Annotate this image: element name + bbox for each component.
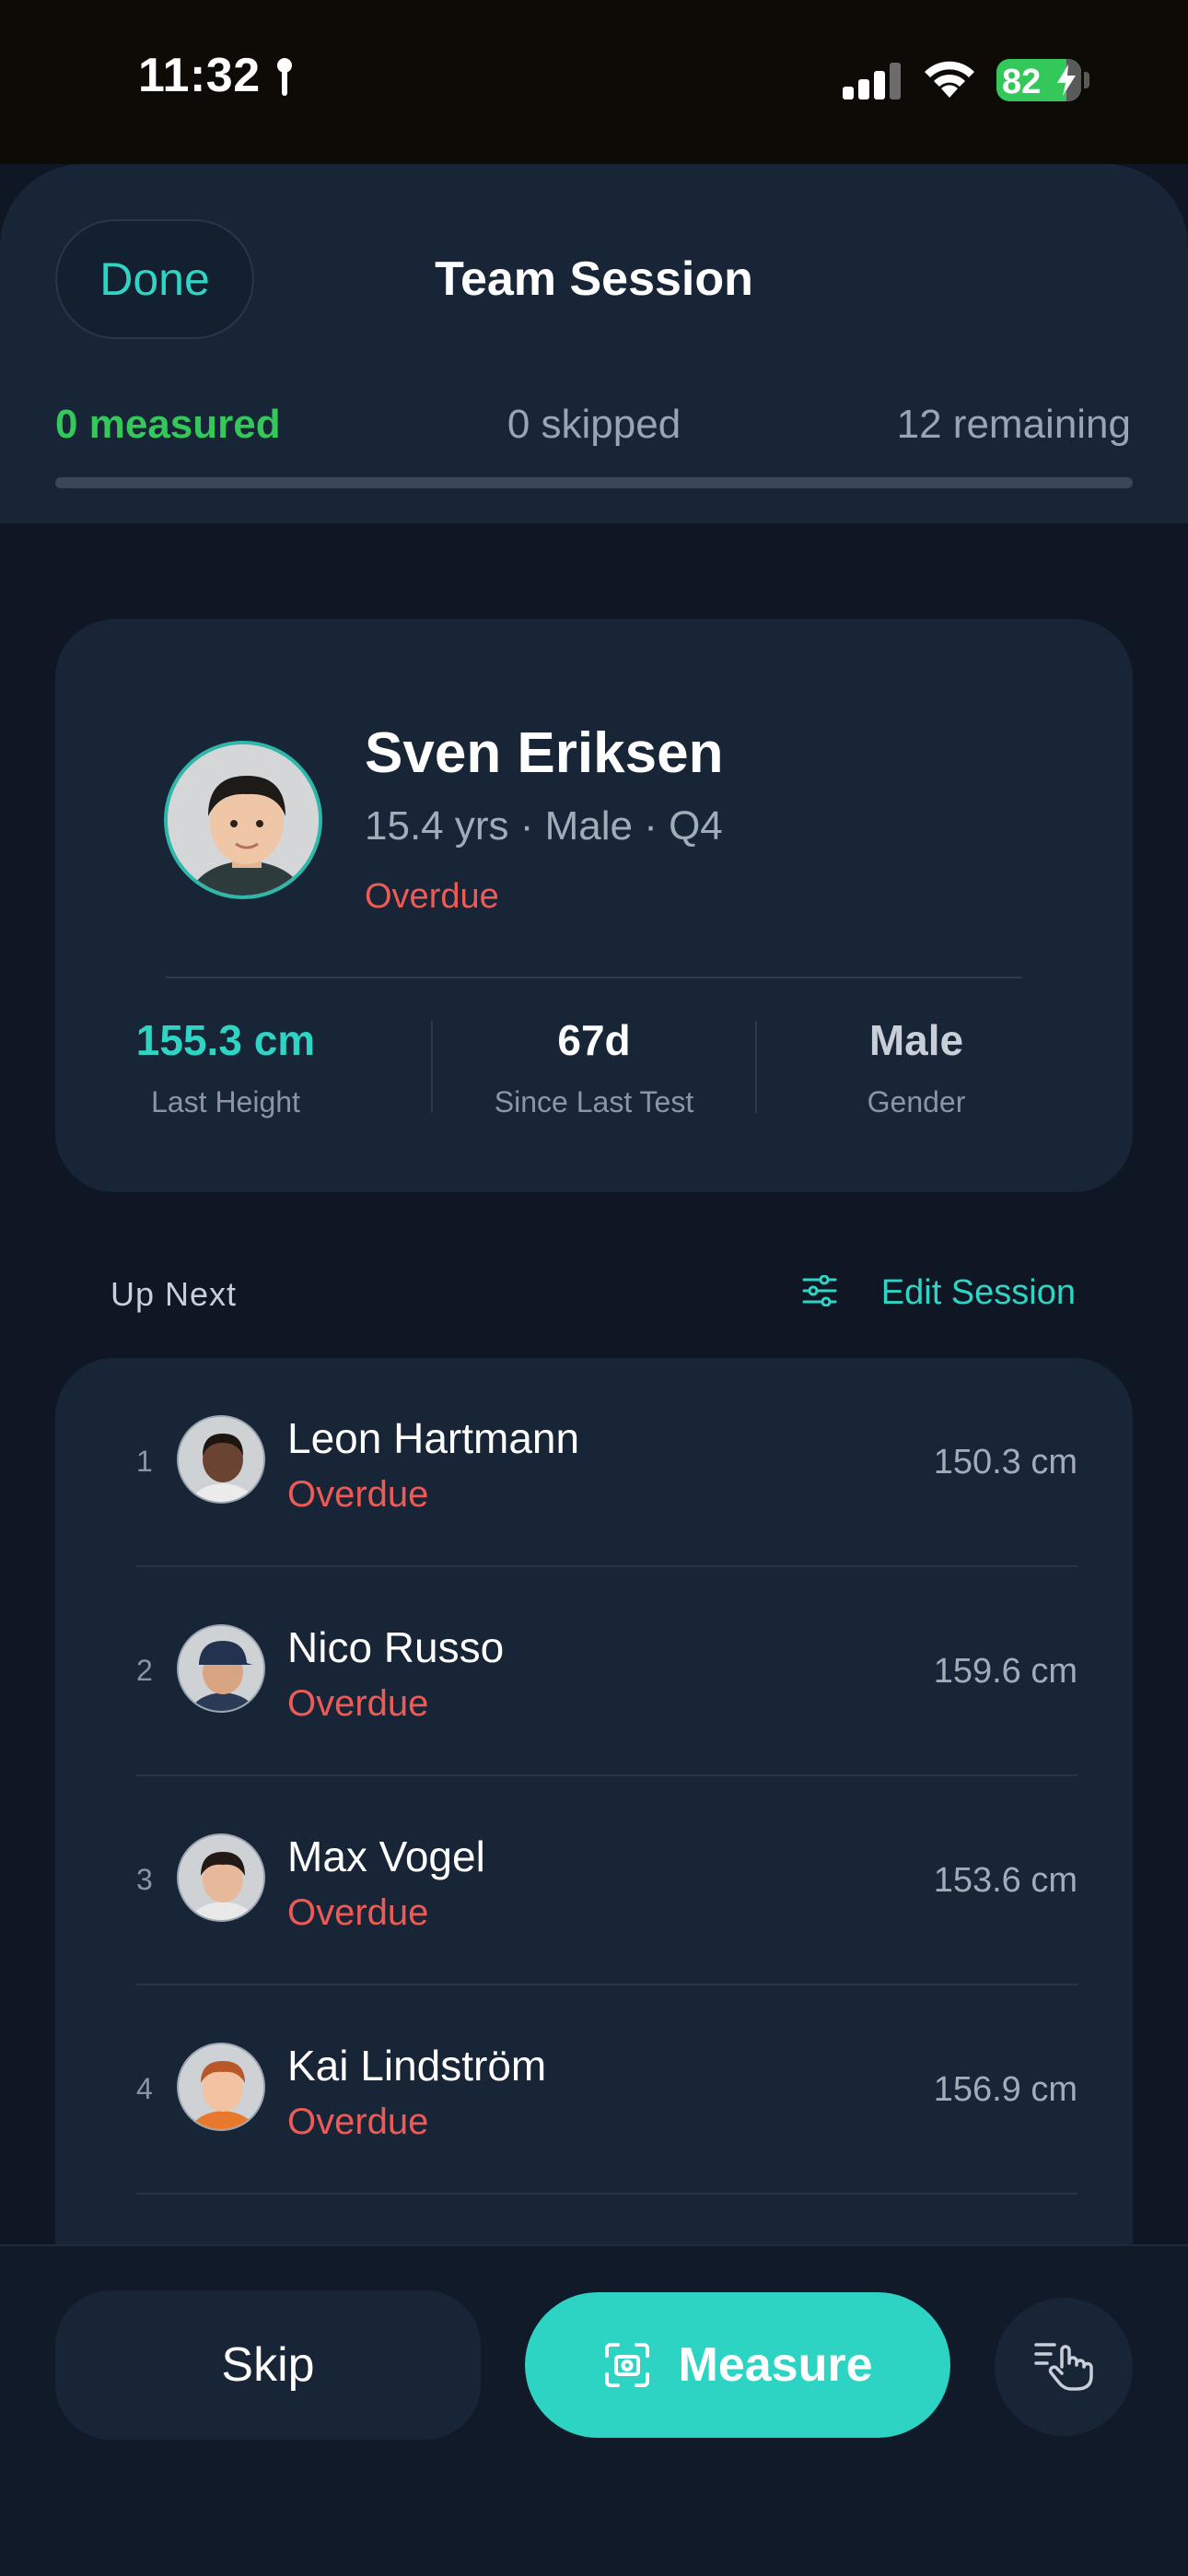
avatar — [177, 1833, 265, 1922]
edit-session-label: Edit Session — [880, 1273, 1076, 1312]
metric-label: Gender — [867, 1085, 966, 1118]
metric-label: Since Last Test — [494, 1085, 694, 1118]
list-item[interactable]: 3 Max Vogel Overdue 153.6 cm — [55, 1776, 1133, 1985]
athlete-name: Leon Hartmann — [287, 1414, 580, 1462]
cellular-signal-icon — [843, 61, 903, 104]
queue-number: 2 — [136, 1654, 153, 1687]
measure-label: Measure — [678, 2338, 873, 2392]
hand-gesture-icon — [1034, 2339, 1093, 2395]
status-badge: Overdue — [287, 1474, 429, 1515]
queue-number: 4 — [136, 2072, 153, 2105]
battery-level: 82 — [1002, 63, 1042, 101]
metric-last-height: 155.3 cm Last Height — [74, 1015, 378, 1119]
divider — [166, 977, 1022, 978]
avatar — [177, 1415, 265, 1504]
current-athlete-card: Sven Eriksen 15.4 yrs · Male · Q4 Overdu… — [55, 619, 1133, 1192]
athlete-name: Max Vogel — [287, 1832, 485, 1880]
height-value: 153.6 cm — [933, 1861, 1077, 1900]
metric-value: Male — [868, 1016, 964, 1064]
height-value: 159.6 cm — [933, 1652, 1077, 1691]
metric-value: 155.3 cm — [135, 1016, 316, 1064]
wifi-icon — [921, 55, 978, 102]
battery-indicator: 82 — [996, 59, 1081, 101]
metric-label: Last Height — [151, 1085, 300, 1118]
sliders-icon — [802, 1274, 837, 1311]
status-bar: 11:32 82 — [0, 0, 1188, 164]
queue-number: 3 — [136, 1863, 153, 1896]
status-badge: Overdue — [287, 1683, 429, 1724]
height-value: 150.3 cm — [933, 1443, 1077, 1481]
metric-value: 67d — [557, 1016, 631, 1064]
metric-separator — [431, 1021, 433, 1113]
measure-button[interactable]: Measure — [525, 2292, 950, 2438]
edit-session-button[interactable]: Edit Session — [802, 1273, 1076, 1313]
athlete-name: Kai Lindström — [287, 2042, 547, 2090]
status-badge: Overdue — [287, 1892, 429, 1933]
status-badge: Overdue — [287, 2102, 429, 2142]
camera-scan-icon — [603, 2341, 651, 2389]
location-pin-icon — [276, 57, 293, 102]
list-item[interactable]: 4 Kai Lindström Overdue 156.9 cm — [55, 1985, 1133, 2195]
queue-number: 1 — [136, 1445, 153, 1478]
height-value: 156.9 cm — [933, 2070, 1077, 2109]
status-time: 11:32 — [138, 49, 261, 102]
battery-cap — [1084, 72, 1089, 88]
athlete-name: Sven Eriksen — [365, 721, 724, 785]
page-title: Team Session — [435, 252, 753, 306]
metric-since-last-test: 67d Since Last Test — [442, 1015, 746, 1119]
athlete-name: Nico Russo — [287, 1623, 505, 1671]
metric-separator — [755, 1021, 757, 1113]
session-progress-bar — [55, 477, 1133, 488]
avatar — [177, 1624, 265, 1713]
charging-bolt-icon — [1057, 64, 1076, 100]
gesture-mode-button[interactable] — [995, 2298, 1133, 2436]
list-item[interactable]: 2 Nico Russo Overdue 159.6 cm — [55, 1567, 1133, 1776]
athlete-meta: 15.4 yrs · Male · Q4 — [365, 803, 723, 849]
avatar — [164, 741, 322, 899]
avatar — [177, 2043, 265, 2131]
skip-button[interactable]: Skip — [55, 2290, 481, 2440]
up-next-list: 1 Leon Hartmann Overdue 150.3 cm 2 Nico … — [55, 1358, 1133, 2279]
session-header: Done Team Session 0 measured 0 skipped 1… — [0, 164, 1188, 523]
metric-gender: Male Gender — [764, 1015, 1068, 1119]
divider — [136, 2193, 1077, 2195]
list-item[interactable]: 1 Leon Hartmann Overdue 150.3 cm — [55, 1358, 1133, 1567]
status-badge: Overdue — [365, 877, 499, 916]
remaining-count: 12 remaining — [896, 402, 1131, 447]
bottom-action-bar: Skip Measure — [0, 2244, 1188, 2576]
up-next-heading: Up Next — [111, 1275, 238, 1313]
